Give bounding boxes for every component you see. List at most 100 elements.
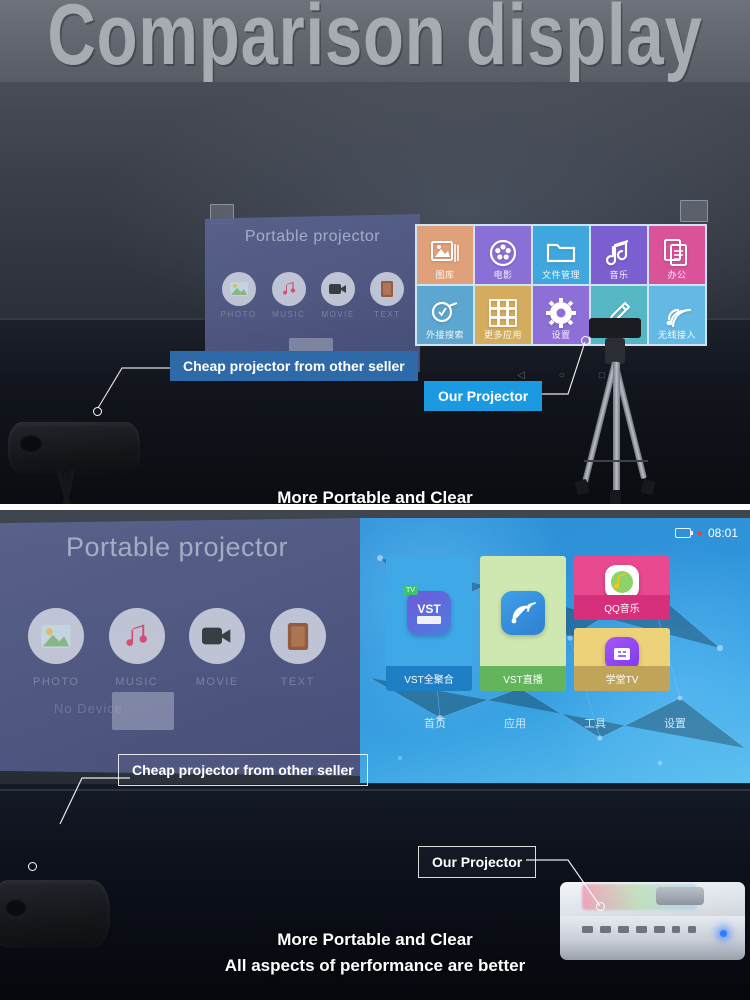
page-title: Comparison display <box>47 0 703 82</box>
vst-tile-study-tv[interactable]: 学堂TV <box>574 628 670 691</box>
competitor-app-label: MUSIC <box>115 676 159 688</box>
competitor-app-label: PHOTO <box>220 310 257 319</box>
nav-item-settings[interactable]: 设置 <box>664 715 686 731</box>
film-reel-icon <box>489 239 517 272</box>
competitor-device-lens <box>4 898 28 918</box>
competitor-app-label: TEXT <box>374 310 401 319</box>
our-device-top-panel <box>656 887 704 906</box>
vst-logo-icon: VST TV <box>403 585 451 635</box>
status-clock: 08:01 <box>707 526 738 540</box>
vst-tile-label: VST全聚合 <box>386 666 472 691</box>
text-icon <box>269 608 326 664</box>
tile-label: 图库 <box>435 270 455 281</box>
tripod-brace <box>584 460 648 462</box>
competitor-app-photo: PHOTO <box>221 272 257 319</box>
documents-icon <box>664 238 690 272</box>
tile-label: 外接搜索 <box>425 330 464 341</box>
competitor-projection-top: Portable projector PHOTO MUSIC MOVIE TEX… <box>205 214 420 372</box>
competitor-app-music: MUSIC <box>271 272 306 319</box>
tile-movie[interactable]: 电影 <box>475 226 531 284</box>
competitor-app-text: TEXT <box>269 608 326 688</box>
vst-tile-label: 学堂TV <box>574 666 670 691</box>
folder-icon <box>546 241 576 270</box>
competitor-status-text: No Device <box>54 701 123 716</box>
text-icon <box>370 272 405 306</box>
our-leader-endpoint-top <box>581 336 590 345</box>
vst-tile-aggregate[interactable]: VST TV VST全聚合 <box>386 556 472 691</box>
competitor-icon-row: PHOTO MUSIC MOVIE TEXT <box>0 608 360 688</box>
comparison-panel-bottom: Portable projector PHOTO MUSIC MOVIE TEX… <box>0 510 750 1000</box>
tile-more-apps[interactable]: 更多应用 <box>475 286 531 344</box>
competitor-leader-endpoint-top <box>93 407 102 416</box>
tagline-line1-bottom: More Portable and Clear <box>277 930 473 949</box>
back-icon[interactable]: ◁ <box>517 370 525 381</box>
competitor-icon-row: PHOTO MUSIC MOVIE TEXT <box>205 272 420 319</box>
movie-icon <box>189 608 246 664</box>
projection-navbar-bottom: 首页 应用 工具 设置 <box>360 715 750 731</box>
callout-ours-top: Our Projector <box>424 381 543 411</box>
callout-competitor-top: Cheap projector from other seller <box>170 351 418 381</box>
wall-switch-plate-right <box>680 200 708 222</box>
magnifier-icon <box>431 300 459 331</box>
callout-competitor-bottom: Cheap projector from other seller <box>118 754 368 786</box>
competitor-app-photo: PHOTO <box>28 608 85 688</box>
tagline-line1-top: More Portable and Clear <box>277 488 473 504</box>
comparison-panel-top: Portable projector PHOTO MUSIC MOVIE TEX… <box>0 82 750 504</box>
tile-external-search[interactable]: 外接搜索 <box>417 286 473 344</box>
recording-indicator-icon <box>696 530 702 536</box>
tile-gallery[interactable]: 图库 <box>417 226 473 284</box>
competitor-projection-bottom: Portable projector PHOTO MUSIC MOVIE TEX… <box>0 518 360 776</box>
music-icon <box>108 608 165 664</box>
projection-status-bar: 08:01 <box>674 526 738 540</box>
vst-tile-stack: QQ音乐 学堂TV <box>574 556 670 691</box>
competitor-screen-title: Portable projector <box>244 228 381 245</box>
photo-icon <box>221 272 256 306</box>
vst-tile-label: VST直播 <box>480 666 566 691</box>
tile-label: 音乐 <box>609 270 629 281</box>
tv-badge: TV <box>403 585 418 595</box>
competitor-app-label: MOVIE <box>321 310 355 319</box>
table-edge <box>0 789 750 792</box>
tile-label: 办公 <box>667 270 687 281</box>
competitor-app-text: TEXT <box>370 272 405 319</box>
tile-file-manager[interactable]: 文件管理 <box>533 226 589 284</box>
apps-grid-icon <box>489 298 517 332</box>
tile-office[interactable]: 办公 <box>649 226 705 284</box>
vst-tile-live[interactable]: VST直播 <box>480 556 566 691</box>
tripod-center-column <box>613 362 620 498</box>
music-note-icon <box>605 239 632 272</box>
our-projection-bottom: 08:01 VST TV VST全聚合 VST直播 QQ音乐 学堂TV 首页 应… <box>360 518 750 783</box>
header-banner: Comparison display <box>0 0 750 82</box>
svg-text:VST: VST <box>417 602 441 616</box>
our-device-tripod-top <box>560 318 670 504</box>
competitor-app-label: MUSIC <box>272 310 306 319</box>
nav-item-apps[interactable]: 应用 <box>504 715 526 731</box>
battery-icon <box>674 528 693 538</box>
tile-label: 更多应用 <box>483 330 522 341</box>
comparison-display-page: Comparison display Portable projector PH… <box>0 0 750 1000</box>
vst-tile-qq-music[interactable]: QQ音乐 <box>574 556 670 620</box>
vst-tile-label: QQ音乐 <box>574 595 670 620</box>
our-device-body <box>589 318 641 338</box>
competitor-screen-title: Portable projector <box>65 532 289 562</box>
competitor-app-music: MUSIC <box>108 608 165 688</box>
competitor-app-label: TEXT <box>280 676 315 688</box>
nav-item-tools[interactable]: 工具 <box>584 715 606 731</box>
photo-icon <box>28 608 85 664</box>
gallery-icon <box>430 240 460 271</box>
competitor-leader-endpoint-bottom <box>28 862 37 871</box>
competitor-app-movie: MOVIE <box>321 272 356 319</box>
nav-item-home[interactable]: 首页 <box>424 715 446 731</box>
tile-music[interactable]: 音乐 <box>591 226 647 284</box>
tripod-head-mount <box>605 338 625 364</box>
competitor-device-lens <box>18 434 44 454</box>
competitor-app-label: PHOTO <box>33 676 80 688</box>
tagline-line2-bottom: All aspects of performance are better <box>224 956 526 975</box>
tile-label: 电影 <box>493 270 513 281</box>
music-icon <box>271 272 306 306</box>
competitor-app-label: MOVIE <box>195 676 239 688</box>
qq-music-icon <box>605 565 639 599</box>
callout-ours-bottom: Our Projector <box>418 846 537 878</box>
satellite-dish-icon <box>501 590 545 635</box>
competitor-app-movie: MOVIE <box>189 608 246 688</box>
